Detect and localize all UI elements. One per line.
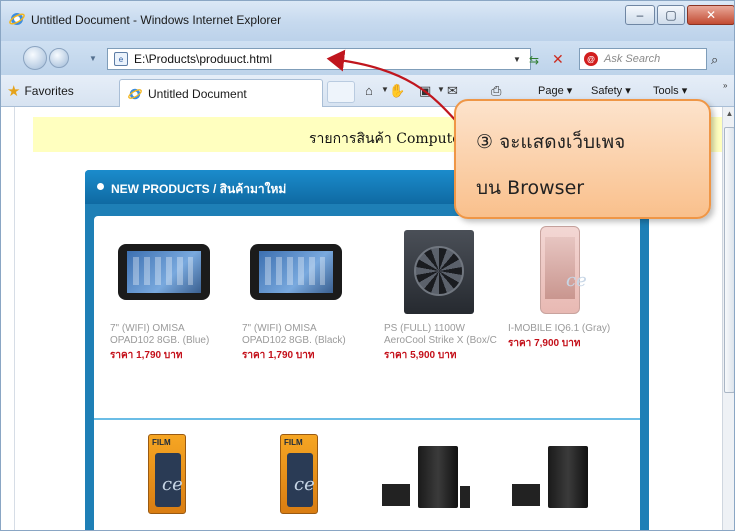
address-bar-row: ▼ e E:\Products\produuct.html ▼ ⇆ ✕ @ As… (1, 41, 734, 75)
power-supply-image[interactable] (384, 222, 494, 317)
address-dropdown-icon[interactable]: ▼ (513, 55, 521, 64)
smartphone-image[interactable]: ce (508, 222, 618, 317)
product-name[interactable]: 7" (WIFI) OMISA OPAD102 8GB. (Blue) (110, 323, 228, 347)
print-icon[interactable]: ⎙ (491, 83, 501, 99)
home-dropdown-icon[interactable]: ▼ (381, 85, 389, 94)
product-card[interactable]: 7" (WIFI) OMISA OPAD102 8GB. (Black) ราค… (242, 222, 362, 363)
new-tab-button[interactable] (327, 81, 355, 103)
product-card[interactable]: 7" (WIFI) OMISA OPAD102 8GB. (Blue) ราคา… (110, 222, 230, 363)
screen-film-image[interactable]: FILM ce (254, 430, 364, 525)
product-price: ราคา 1,790 บาท (242, 350, 315, 361)
product-name[interactable]: I-MOBILE IQ6.1 (Gray) (508, 323, 626, 335)
page-icon: e (114, 52, 128, 66)
watermark-logo: ce (294, 474, 315, 495)
tools-menu[interactable]: Tools ▾ (653, 84, 687, 97)
feeds-icon[interactable]: ▣ (419, 83, 431, 99)
tab-untitled-document[interactable]: Untitled Document (119, 79, 323, 107)
ask-logo-icon: @ (584, 52, 598, 66)
safety-menu[interactable]: Safety ▾ (591, 84, 631, 97)
product-name[interactable]: PS (FULL) 1100W AeroCool Strike X (Box/C (384, 323, 502, 347)
watermark-logo: ce (162, 474, 183, 495)
tablet-image[interactable] (110, 222, 220, 317)
search-placeholder: Ask Search (604, 53, 661, 65)
recent-pages-chevron-icon[interactable]: ▼ (89, 54, 97, 63)
product-card[interactable]: PS (FULL) 1100W AeroCool Strike X (Box/C… (384, 222, 504, 363)
minimize-button[interactable]: – (625, 5, 655, 25)
overflow-chevron-icon[interactable]: » (723, 81, 727, 90)
refresh-icon[interactable]: ⇆ (529, 53, 539, 67)
mail-icon[interactable]: ✉ (447, 83, 458, 99)
scroll-thumb[interactable] (724, 127, 734, 393)
search-icon[interactable]: ⌕ (711, 52, 718, 68)
left-frame-edge (1, 107, 15, 530)
ie-logo-icon (9, 13, 25, 25)
product-price: ราคา 5,900 บาท (384, 350, 457, 361)
back-button[interactable] (23, 46, 47, 70)
favorites-button[interactable]: ★ Favorites (7, 82, 74, 100)
favorites-label: Favorites (24, 84, 74, 98)
panel-title: NEW PRODUCTS / สินค้ามาใหม่ (111, 182, 287, 196)
callout-box: ③ จะแสดงเว็บเพจ บน Browser (454, 99, 711, 219)
new-products-panel: NEW PRODUCTS / สินค้ามาใหม่ 7" (WIFI) OM… (85, 170, 649, 530)
product-card[interactable]: FILM ce (254, 430, 374, 525)
product-card[interactable] (378, 430, 498, 525)
product-card[interactable]: FILM ce (122, 430, 242, 525)
hand-icon[interactable]: ✋ (389, 83, 405, 99)
panel-body: 7" (WIFI) OMISA OPAD102 8GB. (Blue) ราคา… (94, 216, 640, 530)
screen-film-image[interactable]: FILM ce (122, 430, 232, 525)
browser-window: Untitled Document - Windows Internet Exp… (0, 0, 735, 531)
home-icon[interactable]: ⌂ (365, 83, 373, 98)
product-name[interactable]: 7" (WIFI) OMISA OPAD102 8GB. (Black) (242, 323, 360, 347)
callout-line-1: ③ จะแสดงเว็บเพจ (476, 131, 626, 153)
scroll-up-arrow-icon[interactable]: ▲ (723, 109, 734, 123)
product-price: ราคา 7,900 บาท (508, 338, 581, 349)
maximize-button[interactable]: ▢ (657, 5, 685, 25)
product-card[interactable] (508, 430, 628, 525)
address-url[interactable]: E:\Products\produuct.html (134, 52, 272, 66)
address-field[interactable]: e E:\Products\produuct.html (107, 48, 531, 70)
bullet-icon (97, 183, 104, 190)
tab-label: Untitled Document (148, 86, 247, 101)
desktop-pc-image[interactable] (378, 430, 488, 525)
title-bar: Untitled Document - Windows Internet Exp… (1, 1, 734, 41)
page-menu[interactable]: Page ▾ (538, 84, 572, 97)
forward-button[interactable] (49, 48, 69, 68)
window-title: Untitled Document - Windows Internet Exp… (31, 13, 282, 27)
row-divider (94, 418, 640, 420)
stop-icon[interactable]: ✕ (552, 51, 564, 68)
star-icon: ★ (7, 83, 21, 100)
callout-line-2: บน Browser (476, 177, 585, 199)
watermark-logo: ce (566, 270, 587, 291)
feeds-dropdown-icon[interactable]: ▼ (437, 85, 445, 94)
close-button[interactable]: ✕ (687, 5, 734, 25)
tablet-image[interactable] (242, 222, 352, 317)
product-price: ราคา 1,790 บาท (110, 350, 183, 361)
product-card[interactable]: ce I-MOBILE IQ6.1 (Gray) ราคา 7,900 บาท (508, 222, 628, 351)
page-heading: รายการสินค้า Computer (309, 131, 468, 147)
desktop-pc-image[interactable] (508, 430, 618, 525)
vertical-scrollbar[interactable]: ▲ (722, 107, 734, 530)
ie-logo-icon (128, 88, 142, 99)
search-input[interactable]: @ Ask Search (579, 48, 707, 70)
